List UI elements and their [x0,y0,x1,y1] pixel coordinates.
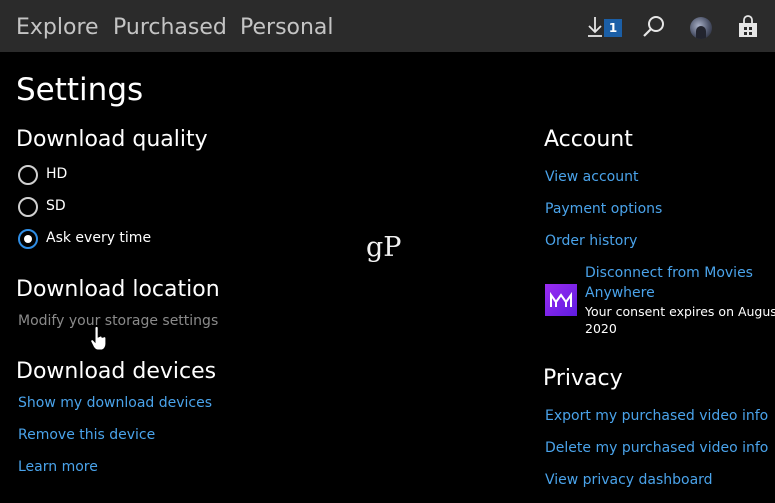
page-title: Settings [16,72,144,108]
shopping-bag-icon [739,15,757,37]
tab-purchased[interactable]: Purchased [113,12,227,44]
radio-label-sd: SD [46,198,66,214]
download-quality-heading: Download quality [16,127,208,152]
radio-button[interactable] [18,165,38,185]
remove-this-device-link[interactable]: Remove this device [18,425,155,445]
search-button[interactable] [641,14,667,40]
learn-more-link[interactable]: Learn more [18,457,98,477]
search-icon [643,16,664,37]
disconnect-movies-anywhere-link-line2[interactable]: Anywhere [585,283,655,303]
watermark-logo: gP [366,232,402,263]
user-avatar[interactable] [690,17,712,39]
delete-purchased-video-info-link[interactable]: Delete my purchased video info [545,438,768,458]
disconnect-movies-anywhere-link[interactable]: Disconnect from Movies [585,263,753,283]
movies-anywhere-logo [545,284,577,316]
top-nav-bar: Explore Purchased Personal 1 [0,0,775,52]
radio-button[interactable] [18,197,38,217]
radio-label-hd: HD [46,166,68,182]
export-purchased-video-info-link[interactable]: Export my purchased video info [545,406,768,426]
radio-label-ask-every-time: Ask every time [46,230,152,246]
tab-personal[interactable]: Personal [240,12,334,44]
tab-explore[interactable]: Explore [16,12,99,44]
consent-expiry-year: 2020 [585,321,617,336]
download-count-badge: 1 [604,19,622,37]
modify-storage-settings-text[interactable]: Modify your storage settings [18,311,218,331]
payment-options-link[interactable]: Payment options [545,199,662,219]
privacy-heading: Privacy [543,366,623,391]
download-location-heading: Download location [16,277,220,302]
order-history-link[interactable]: Order history [545,231,637,251]
store-button[interactable] [735,14,761,40]
movies-anywhere-icon [550,291,572,307]
hand-cursor-icon [90,326,107,351]
view-account-link[interactable]: View account [545,167,638,187]
download-devices-heading: Download devices [16,359,217,384]
show-download-devices-link[interactable]: Show my download devices [18,393,212,413]
account-heading: Account [544,127,633,152]
view-privacy-dashboard-link[interactable]: View privacy dashboard [545,470,713,490]
radio-button-selected[interactable] [18,229,38,249]
consent-expiry-text: Your consent expires on August 5 [585,304,775,319]
